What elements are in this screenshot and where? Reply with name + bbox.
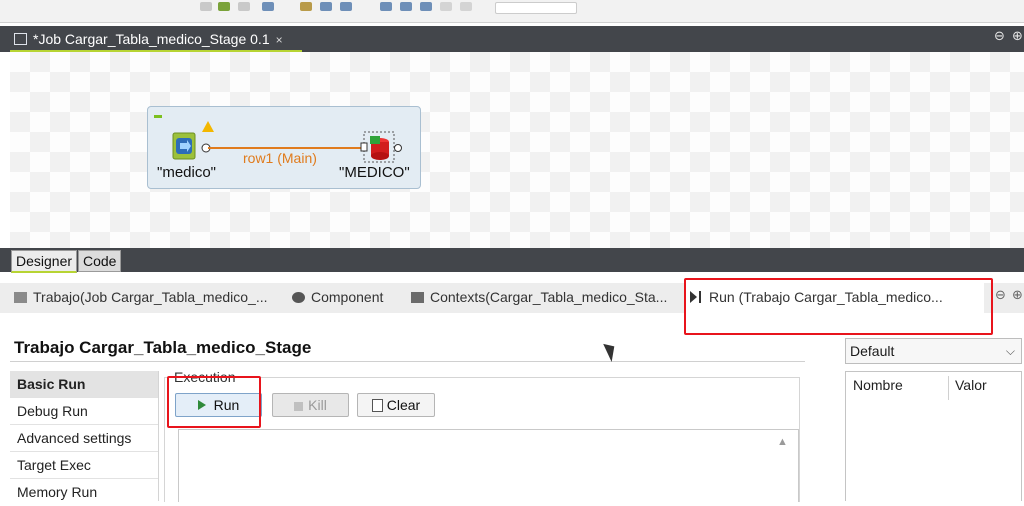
input-component-icon[interactable] [172, 132, 198, 162]
run-button-highlight [167, 376, 261, 428]
job-icon [14, 33, 27, 45]
toolbar-icon[interactable] [238, 2, 250, 11]
menu-advanced-settings[interactable]: Advanced settings [10, 425, 158, 452]
toolbar-icon[interactable] [262, 2, 274, 11]
menu-basic-run[interactable]: Basic Run [10, 371, 158, 398]
job-editor-tab-label: *Job Cargar_Tabla_medico_Stage 0.1 [33, 31, 270, 47]
job-editor-tab[interactable]: *Job Cargar_Tabla_medico_Stage 0.1 × [10, 26, 302, 53]
kill-button-label: Kill [308, 397, 327, 413]
search-icon[interactable] [200, 2, 212, 11]
toolbar-icon[interactable] [320, 2, 332, 11]
context-select-value: Default [850, 343, 895, 359]
run-job-title: Trabajo Cargar_Tabla_medico_Stage [14, 338, 312, 357]
views-minimize-icon[interactable]: ⊖ [995, 287, 1006, 303]
tab-trabajo-label: Trabajo(Job Cargar_Tabla_medico_... [33, 289, 268, 305]
run-tab-highlight [684, 278, 993, 335]
zoom-input[interactable] [495, 2, 577, 14]
stop-icon [294, 402, 304, 411]
tab-trabajo[interactable]: Trabajo(Job Cargar_Tabla_medico_... [14, 289, 268, 305]
row1-connection-line[interactable] [208, 147, 363, 149]
execution-console[interactable] [178, 429, 799, 502]
editor-mode-strip [0, 248, 1024, 272]
context-select[interactable]: Default ⌵ [845, 338, 1022, 364]
input-component-label[interactable]: "medico" [157, 164, 216, 181]
output-component-label[interactable]: "MEDICO" [339, 164, 410, 181]
toolbar-icon[interactable] [380, 2, 392, 11]
toolbar-icon[interactable] [300, 2, 312, 11]
component-icon [292, 292, 305, 303]
close-icon[interactable]: × [276, 33, 283, 47]
tab-code[interactable]: Code [78, 250, 122, 272]
save-icon[interactable] [340, 2, 352, 11]
main-toolbar [0, 0, 1024, 23]
maximize-icon[interactable]: ⊕ [1012, 28, 1023, 44]
context-column-valor[interactable]: Valor [955, 377, 987, 393]
job-icon [14, 292, 27, 303]
subjob-collapse-handle[interactable] [154, 115, 162, 118]
tab-contexts[interactable]: Contexts(Cargar_Tabla_medico_Sta... [411, 289, 667, 305]
output-component-icon[interactable] [358, 130, 402, 164]
clear-icon [371, 399, 383, 412]
toolbar-icon[interactable] [460, 2, 472, 11]
clear-button[interactable]: Clear [357, 393, 435, 417]
chevron-down-icon: ⌵ [1005, 344, 1015, 358]
tab-contexts-label: Contexts(Cargar_Tabla_medico_Sta... [430, 289, 668, 305]
tab-designer[interactable]: Designer [11, 250, 78, 273]
menu-debug-run[interactable]: Debug Run [10, 398, 158, 425]
minimize-icon[interactable]: ⊖ [994, 28, 1005, 44]
tab-component[interactable]: Component [292, 289, 383, 305]
connection-label[interactable]: row1 (Main) [243, 150, 317, 166]
console-scroll-up-icon[interactable]: ▲ [777, 436, 788, 448]
column-separator[interactable] [948, 376, 949, 400]
toolbar-icon[interactable] [420, 2, 432, 11]
toolbar-icon[interactable] [440, 2, 452, 11]
contexts-icon [411, 292, 424, 303]
warning-icon [202, 121, 214, 132]
menu-target-exec[interactable]: Target Exec [10, 452, 158, 479]
run-icon[interactable] [218, 2, 230, 11]
context-column-nombre[interactable]: Nombre [853, 377, 903, 393]
mouse-cursor [603, 340, 620, 362]
title-divider [10, 361, 805, 362]
kill-button[interactable]: Kill [272, 393, 349, 417]
toolbar-icon[interactable] [400, 2, 412, 11]
menu-memory-run[interactable]: Memory Run [10, 479, 158, 501]
clear-button-label: Clear [386, 397, 421, 413]
tab-component-label: Component [311, 289, 384, 305]
views-maximize-icon[interactable]: ⊕ [1012, 287, 1023, 303]
